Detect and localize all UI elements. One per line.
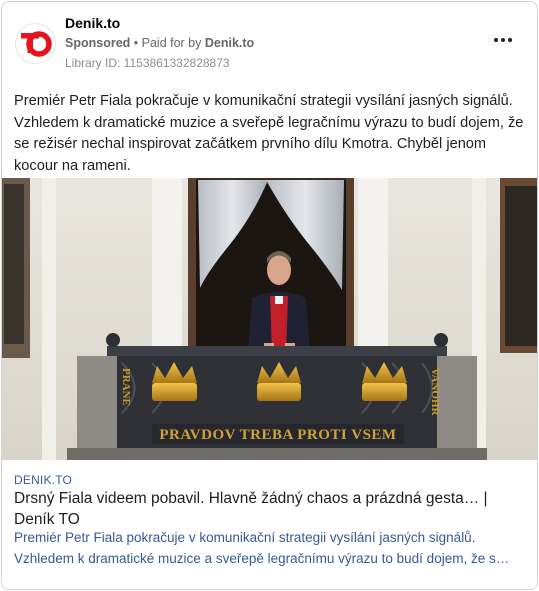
link-description: Premiér Petr Fiala pokračuje v komunikač… bbox=[14, 528, 524, 569]
link-domain: DENIK.TO bbox=[14, 473, 73, 487]
post-header: Denik.to Sponsored • Paid for by Denik.t… bbox=[2, 2, 537, 82]
sponsored-label: Sponsored bbox=[65, 36, 131, 50]
link-description-line2: Vzhledem k dramatické muzice a sveřepě l… bbox=[14, 550, 510, 566]
more-options-icon bbox=[494, 38, 498, 42]
paid-for-prefix: Paid for by bbox=[141, 36, 205, 50]
ad-image[interactable]: PRANE VANOHR PRAVDOV TREBA PROTI VSEM bbox=[2, 178, 537, 460]
post-body-text: Premiér Petr Fiala pokračuje v komunikač… bbox=[14, 93, 524, 174]
left-side-lettering: PRANE bbox=[120, 368, 132, 406]
more-options-icon-dot bbox=[508, 38, 512, 42]
link-title[interactable]: Drsný Fiala videem pobavil. Hlavně žádný… bbox=[14, 489, 519, 530]
more-options-icon-dot bbox=[501, 38, 505, 42]
link-preview[interactable]: DENIK.TO Drsný Fiala videem pobavil. Hla… bbox=[2, 460, 537, 589]
balcony-photo: PRANE VANOHR PRAVDOV TREBA PROTI VSEM bbox=[2, 178, 537, 460]
balcony-banner-text: PRAVDOV TREBA PROTI VSEM bbox=[159, 427, 396, 443]
library-id: Library ID: 1153861332828873 bbox=[65, 56, 230, 70]
denik-to-logo-icon bbox=[20, 30, 52, 57]
page-avatar[interactable] bbox=[15, 23, 56, 64]
sponsored-meta: Sponsored • Paid for by Denik.to bbox=[65, 36, 254, 50]
link-description-line1: Premiér Petr Fiala pokračuje v komunikač… bbox=[14, 530, 476, 545]
payer-name[interactable]: Denik.to bbox=[205, 36, 254, 50]
meta-separator: • bbox=[130, 36, 142, 50]
more-options-button[interactable] bbox=[491, 30, 515, 50]
right-side-lettering: VANOHR bbox=[429, 368, 441, 417]
ad-card: Denik.to Sponsored • Paid for by Denik.t… bbox=[1, 1, 538, 590]
page-name[interactable]: Denik.to bbox=[65, 15, 120, 31]
